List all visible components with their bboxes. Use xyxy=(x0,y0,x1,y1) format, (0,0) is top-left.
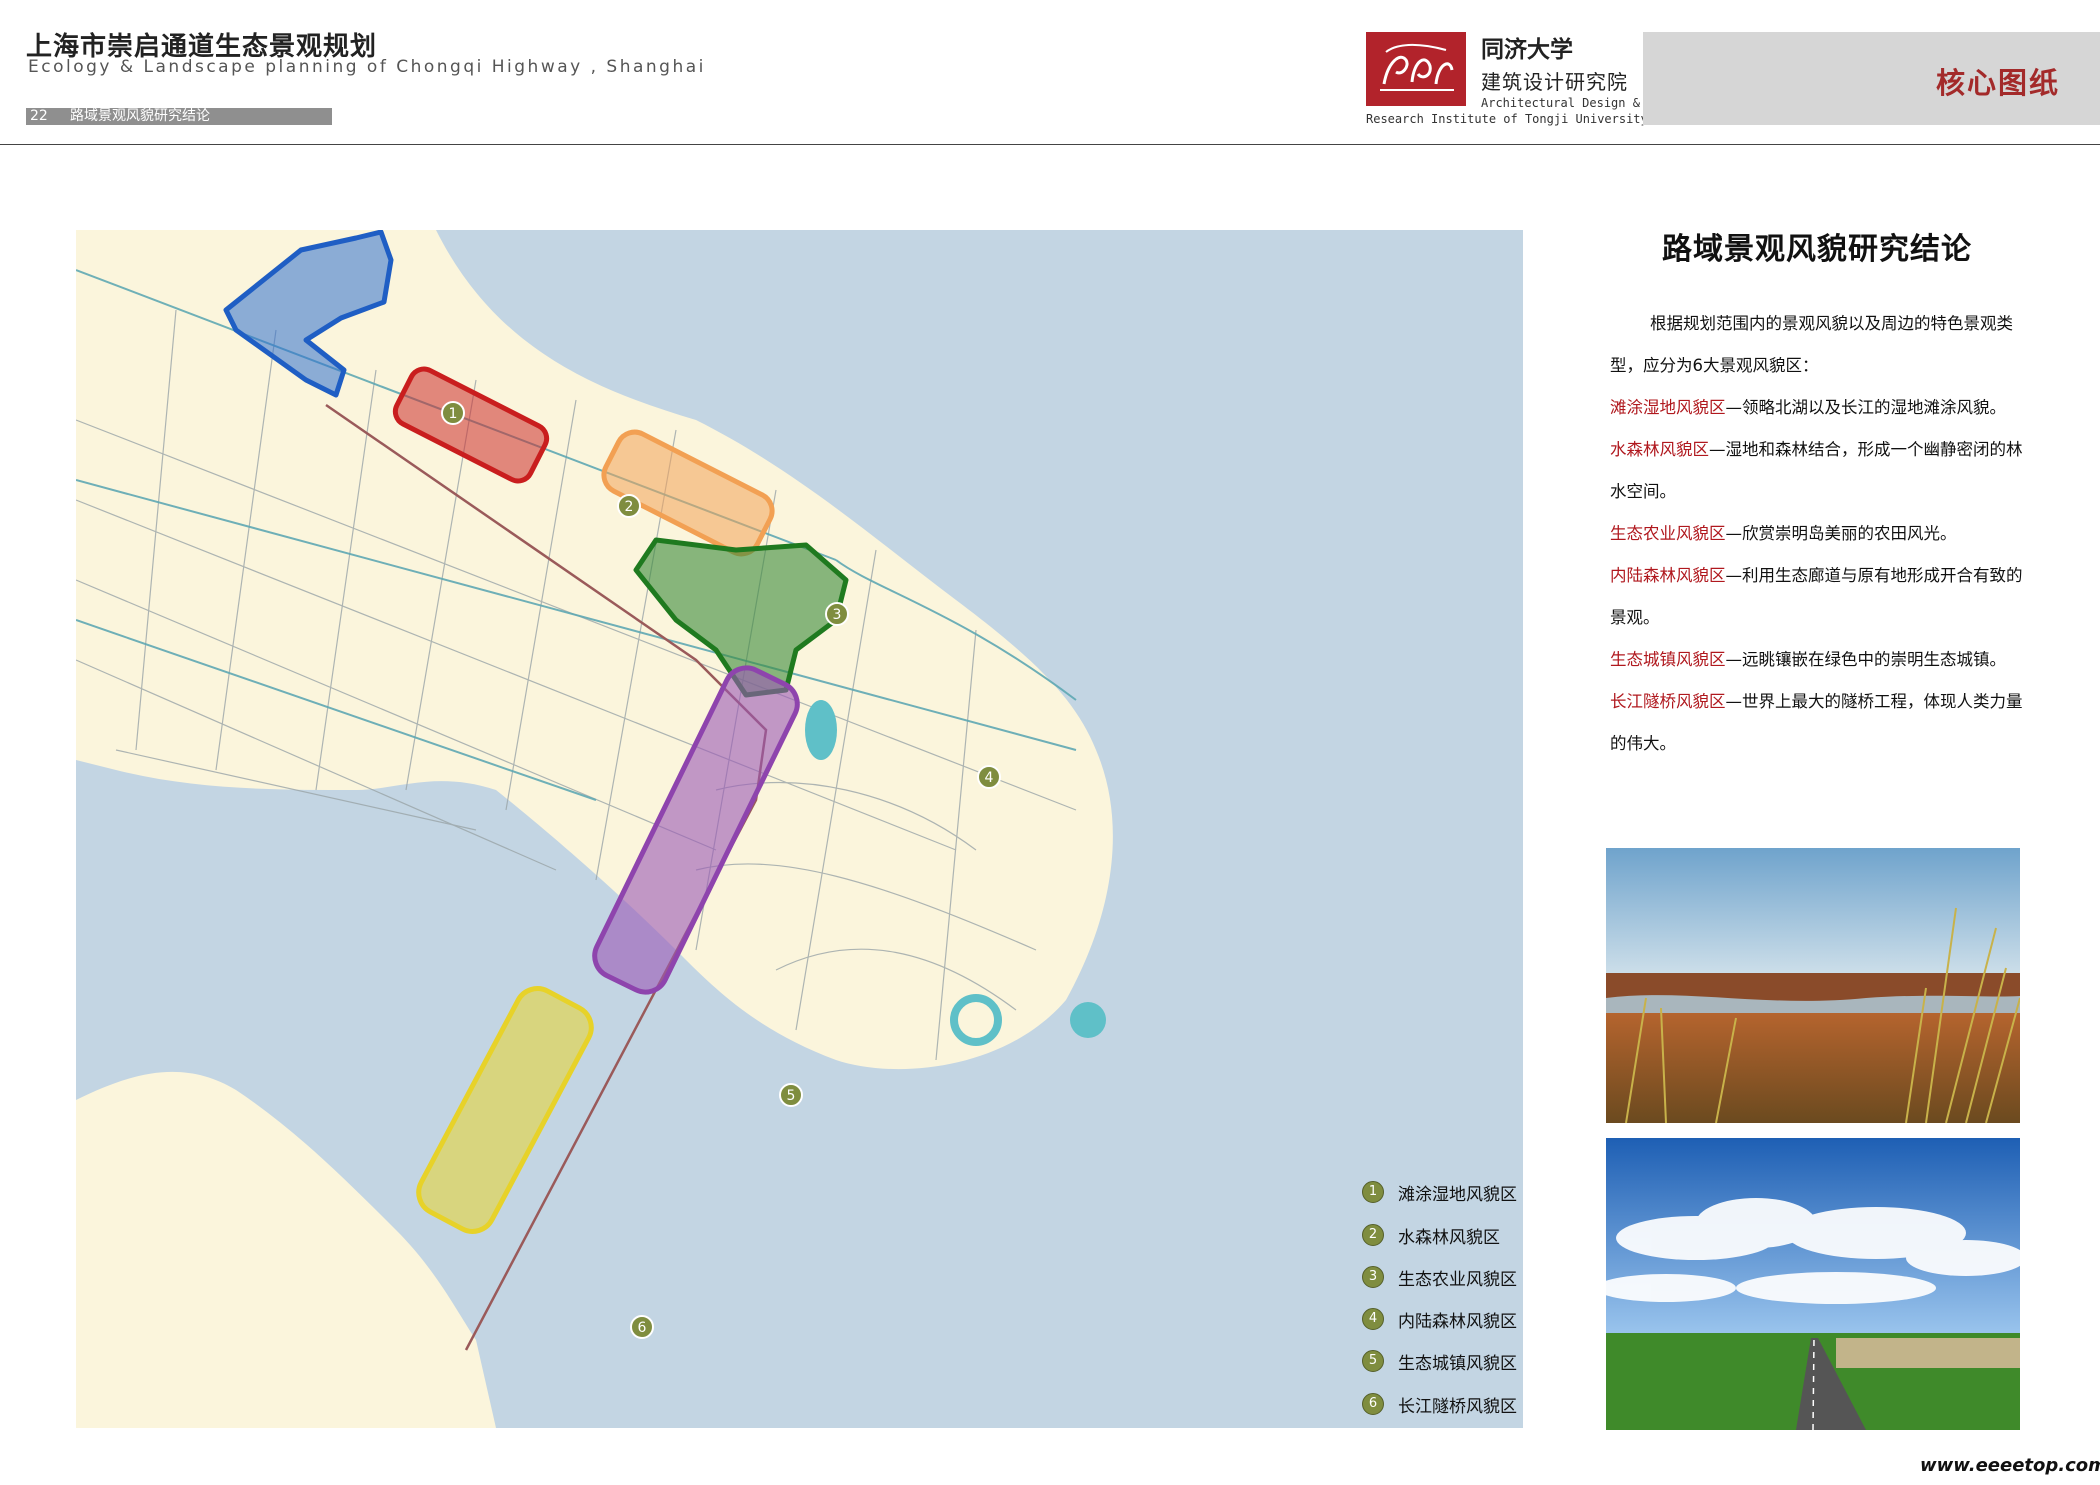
legend-item: 3 生态农业风貌区 xyxy=(1362,1263,1517,1291)
zone-description: 长江隧桥风貌区—世界上最大的隧桥工程，体现人类力量的伟大。 xyxy=(1610,681,2030,765)
svg-text:3: 3 xyxy=(833,607,842,623)
zone-name: 长江隧桥风貌区 xyxy=(1610,692,1726,711)
countryside-road-photo xyxy=(1606,1138,2020,1430)
core-drawing-label: 核心图纸 xyxy=(1935,66,2060,100)
zone-description: 滩涂湿地风貌区—领略北湖以及长江的湿地滩涂风貌。 xyxy=(1610,387,2030,429)
header-divider xyxy=(0,144,2100,145)
conclusion-text: 根据规划范围内的景观风貌以及周边的特色景观类型，应分为6大景观风貌区： 滩涂湿地… xyxy=(1610,303,2030,765)
lake-north xyxy=(805,700,837,760)
zone-4-marker: 4 xyxy=(977,765,1001,789)
wetland-photo xyxy=(1606,848,2020,1123)
legend-item: 6 长江隧桥风貌区 xyxy=(1362,1390,1517,1418)
zone-name: 生态农业风貌区 xyxy=(1610,524,1726,543)
zone-description: 水森林风貌区—湿地和森林结合，形成一个幽静密闭的林水空间。 xyxy=(1610,429,2030,513)
legend-item: 5 生态城镇风貌区 xyxy=(1362,1347,1517,1375)
legend-number: 4 xyxy=(1362,1308,1384,1330)
zone-3-marker: 3 xyxy=(825,602,849,626)
legend-label: 生态农业风貌区 xyxy=(1398,1269,1517,1290)
university-name: 同济大学 xyxy=(1481,37,1573,63)
map-canvas: 1 2 3 4 5 6 xyxy=(75,229,1523,1428)
intro-paragraph: 根据规划范围内的景观风貌以及周边的特色景观类型，应分为6大景观风貌区： xyxy=(1610,314,2013,375)
zone-5-marker: 5 xyxy=(779,1083,803,1107)
core-drawing-banner: 核心图纸 xyxy=(1643,32,2100,125)
svg-text:1: 1 xyxy=(449,406,458,422)
zone-description: 生态城镇风貌区—远眺镶嵌在绿色中的崇明生态城镇。 xyxy=(1610,639,2030,681)
page-number: 22 xyxy=(30,108,48,124)
page-section-label: 路域景观风貌研究结论 xyxy=(70,108,210,124)
zone-description: 生态农业风貌区—欣赏崇明岛美丽的农田风光。 xyxy=(1610,513,2030,555)
legend-number: 5 xyxy=(1362,1350,1384,1372)
lake-east xyxy=(1070,1002,1106,1038)
institute-english-line1: Architectural Design & xyxy=(1481,96,1640,110)
svg-text:5: 5 xyxy=(787,1088,796,1104)
legend-item: 2 水森林风貌区 xyxy=(1362,1221,1500,1249)
zone-description: 内陆森林风貌区—利用生态廊道与原有地形成开合有致的景观。 xyxy=(1610,555,2030,639)
page-subtitle: Ecology & Landscape planning of Chongqi … xyxy=(28,57,706,77)
legend-label: 内陆森林风貌区 xyxy=(1398,1311,1517,1332)
zone-name: 滩涂湿地风貌区 xyxy=(1610,398,1726,417)
zone-desc: —领略北湖以及长江的湿地滩涂风貌。 xyxy=(1725,398,2007,417)
legend-number: 6 xyxy=(1362,1393,1384,1415)
legend-number: 3 xyxy=(1362,1266,1384,1288)
institute-name: 建筑设计研究院 xyxy=(1481,70,1628,94)
legend-label: 生态城镇风貌区 xyxy=(1398,1353,1517,1374)
legend-label: 长江隧桥风貌区 xyxy=(1398,1396,1517,1417)
source-website: www.eeeetop.com xyxy=(1920,1455,2100,1476)
section-title: 路域景观风貌研究结论 xyxy=(1662,232,1972,267)
zone-desc: —远眺镶嵌在绿色中的崇明生态城镇。 xyxy=(1725,650,2007,669)
legend-label: 滩涂湿地风貌区 xyxy=(1398,1184,1517,1205)
legend-label: 水森林风貌区 xyxy=(1398,1227,1500,1248)
zone-2-marker: 2 xyxy=(617,494,641,518)
zone-name: 生态城镇风貌区 xyxy=(1610,650,1726,669)
zone-name: 内陆森林风貌区 xyxy=(1610,566,1726,585)
zone-name: 水森林风貌区 xyxy=(1610,440,1709,459)
tongji-logo-icon xyxy=(1366,32,1466,106)
svg-text:4: 4 xyxy=(985,770,994,786)
institute-english-line2: Research Institute of Tongji University xyxy=(1366,112,1648,126)
page-section-bar: 22 路域景观风貌研究结论 xyxy=(26,108,332,125)
legend-item: 1 滩涂湿地风貌区 xyxy=(1362,1178,1517,1206)
landscape-zone-map: 1 2 3 4 5 6 xyxy=(75,229,1523,1428)
svg-text:6: 6 xyxy=(638,1320,647,1336)
legend-number: 2 xyxy=(1362,1224,1384,1246)
zone-6-marker: 6 xyxy=(630,1315,654,1339)
legend-item: 4 内陆森林风貌区 xyxy=(1362,1305,1517,1333)
zone-desc: —欣赏崇明岛美丽的农田风光。 xyxy=(1725,524,1957,543)
zone-1-marker: 1 xyxy=(441,401,465,425)
legend-number: 1 xyxy=(1362,1181,1384,1203)
svg-text:2: 2 xyxy=(625,499,634,515)
